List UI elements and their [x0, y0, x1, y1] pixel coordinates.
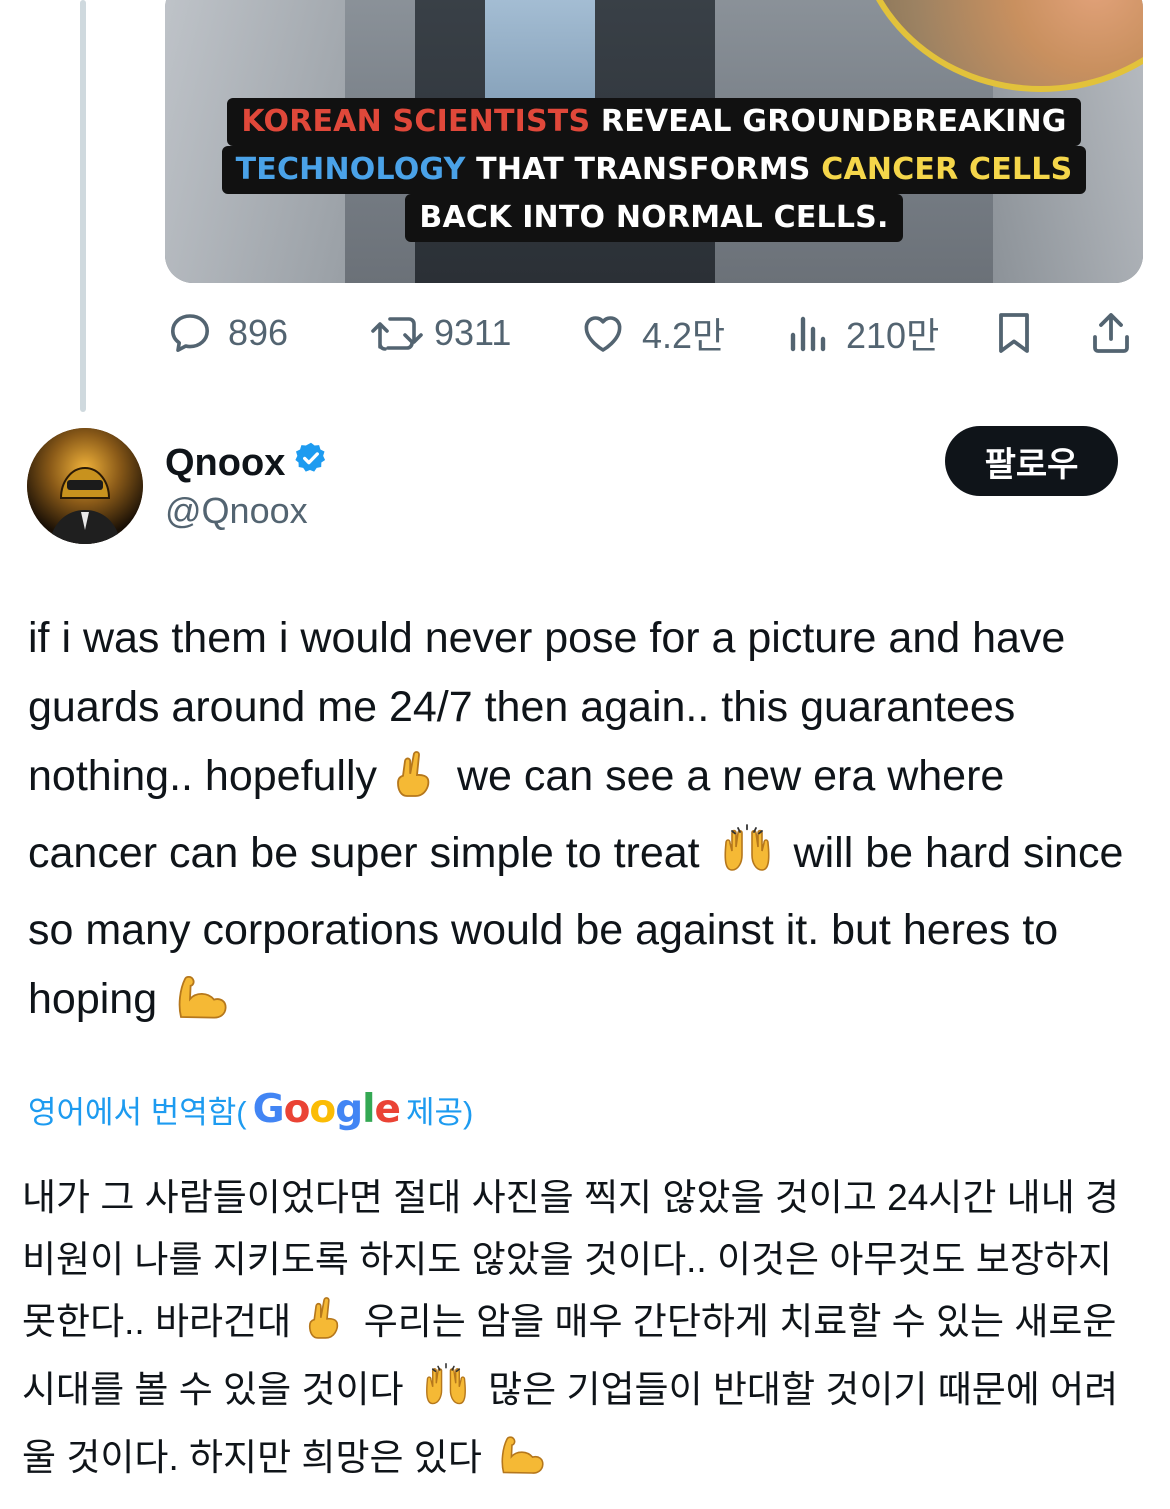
- repost-button[interactable]: 9311: [368, 305, 511, 361]
- reply-count: 896: [228, 312, 289, 353]
- translation-suffix: 제공): [405, 1095, 474, 1130]
- raising-hands-emoji-icon: [718, 823, 776, 896]
- media-shirt: [485, 0, 595, 100]
- tweet-text: if i was them i would never pose for a p…: [28, 604, 1143, 1042]
- tweet-action-bar: 896 9311 4.2만 210만: [0, 305, 1170, 361]
- translated-text: 내가 그 사람들이었다면 절대 사진을 찍지 않았을 것이고 24시간 내내 경…: [22, 1167, 1142, 1495]
- raising-hands-emoji-icon: [420, 1362, 472, 1427]
- caption-line-3: BACK INTO NORMAL CELLS.: [405, 194, 903, 242]
- bookmark-button[interactable]: [992, 305, 1036, 361]
- views-count: 210만: [846, 315, 940, 356]
- follow-button[interactable]: 팔로우: [945, 426, 1118, 496]
- crossed-fingers-emoji-icon: [307, 1294, 347, 1359]
- views-button[interactable]: 210만: [786, 305, 939, 361]
- translation-prefix: 영어에서 번역함(: [28, 1095, 247, 1130]
- views-icon: [786, 309, 832, 357]
- flexed-biceps-emoji-icon: [498, 1432, 546, 1495]
- author-name: Qnoox: [165, 441, 286, 484]
- repost-count: 9311: [434, 312, 512, 353]
- caption-line-1: KOREAN SCIENTISTS REVEAL GROUNDBREAKING: [227, 98, 1081, 146]
- bookmark-icon: [992, 309, 1036, 357]
- like-count: 4.2만: [642, 315, 726, 356]
- like-button[interactable]: 4.2만: [578, 305, 725, 361]
- flexed-biceps-emoji-icon: [175, 971, 229, 1042]
- author-name-row[interactable]: Qnoox: [165, 440, 329, 486]
- caption-line-2: TECHNOLOGY THAT TRANSFORMS CANCER CELLS: [221, 146, 1087, 194]
- share-icon: [1086, 309, 1136, 357]
- author-handle[interactable]: @Qnoox: [165, 490, 308, 532]
- tweet-media-image[interactable]: KOREAN SCIENTISTS REVEAL GROUNDBREAKING …: [165, 0, 1143, 283]
- avatar-helmet-figure: [27, 428, 143, 544]
- verified-badge-icon: [293, 440, 329, 486]
- repost-icon: [368, 309, 424, 357]
- reply-button[interactable]: 896: [166, 305, 288, 361]
- google-logo: Google: [252, 1087, 401, 1132]
- media-cell-illustration: [855, 0, 1143, 92]
- media-caption: KOREAN SCIENTISTS REVEAL GROUNDBREAKING …: [195, 98, 1113, 242]
- reply-icon: [166, 309, 214, 357]
- author-avatar[interactable]: [27, 428, 143, 544]
- like-icon: [578, 309, 628, 357]
- share-button[interactable]: [1086, 305, 1136, 361]
- translation-attribution[interactable]: 영어에서 번역함( Google 제공): [28, 1087, 473, 1132]
- crossed-fingers-emoji-icon: [395, 748, 439, 819]
